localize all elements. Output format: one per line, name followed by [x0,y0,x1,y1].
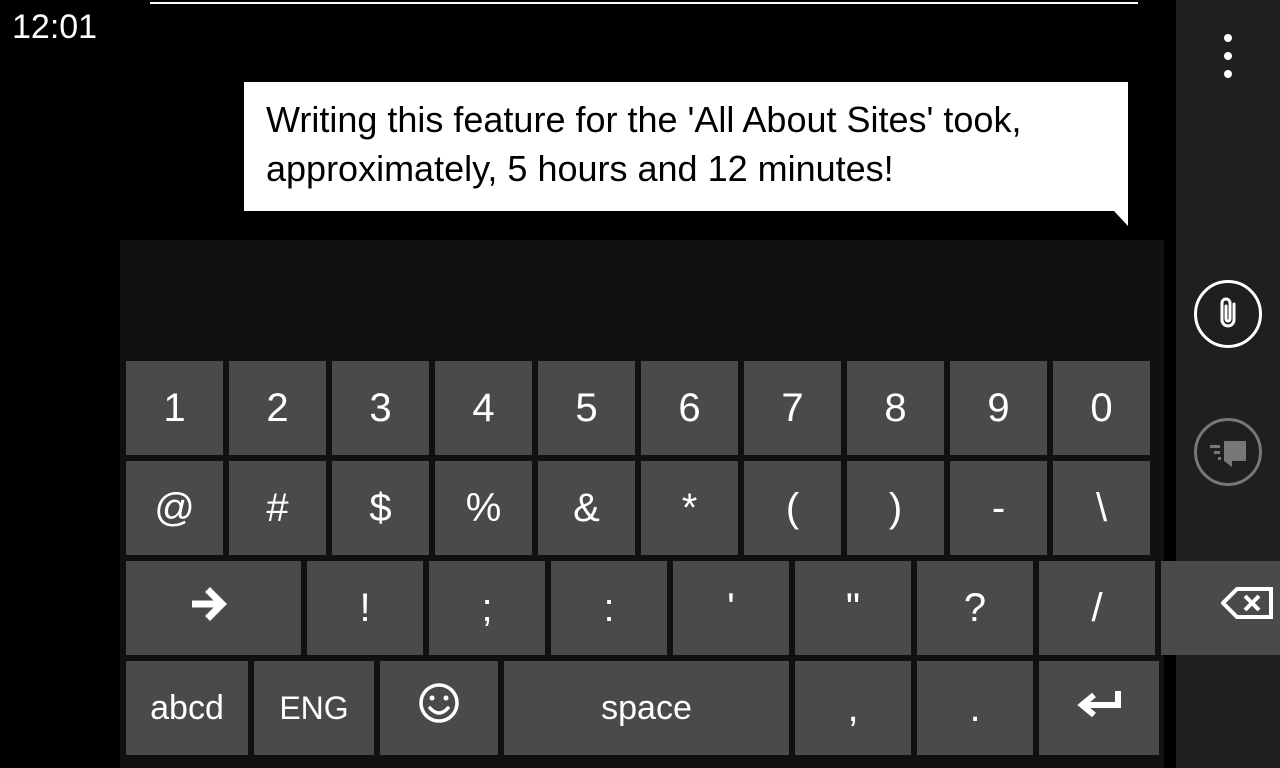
key-1[interactable]: 1 [126,361,223,455]
paperclip-icon [1213,296,1243,332]
key-9[interactable]: 9 [950,361,1047,455]
key-slash[interactable]: / [1039,561,1155,655]
key-backspace[interactable] [1161,561,1280,655]
message-bubble-tail [1100,196,1128,226]
key-0[interactable]: 0 [1053,361,1150,455]
send-button[interactable] [1194,418,1262,486]
smiley-icon [418,682,460,734]
key-dollar[interactable]: $ [332,461,429,555]
attach-button[interactable] [1194,280,1262,348]
key-enter[interactable] [1039,661,1159,755]
key-exclaim[interactable]: ! [307,561,423,655]
input-underline [150,2,1138,4]
more-menu-icon[interactable] [1224,34,1232,78]
key-percent[interactable]: % [435,461,532,555]
key-7[interactable]: 7 [744,361,841,455]
key-5[interactable]: 5 [538,361,635,455]
key-semicolon[interactable]: ; [429,561,545,655]
key-mode-switch[interactable]: abcd [126,661,248,755]
key-apostrophe[interactable]: ' [673,561,789,655]
key-colon[interactable]: : [551,561,667,655]
key-3[interactable]: 3 [332,361,429,455]
key-language[interactable]: ENG [254,661,374,755]
message-text: Writing this feature for the 'All About … [266,99,1021,189]
key-lparen[interactable]: ( [744,461,841,555]
key-period[interactable]: . [917,661,1033,755]
keyboard-row-4: abcd ENG space , . [120,658,1164,758]
enter-icon [1074,686,1124,731]
key-space[interactable]: space [504,661,789,755]
screen: 12:01 Writing this feature for the 'All … [0,0,1280,768]
key-2[interactable]: 2 [229,361,326,455]
keyboard-row-3: ! ; : ' " ? / [120,558,1164,658]
message-bubble: Writing this feature for the 'All About … [244,82,1128,211]
key-emoji[interactable] [380,661,498,755]
key-dash[interactable]: - [950,461,1047,555]
key-backslash[interactable]: \ [1053,461,1150,555]
arrow-right-icon [192,586,236,631]
key-question[interactable]: ? [917,561,1033,655]
key-4[interactable]: 4 [435,361,532,455]
key-rparen[interactable]: ) [847,461,944,555]
keyboard-row-2: @ # $ % & * ( ) - \ [120,458,1164,558]
keyboard: 1 2 3 4 5 6 7 8 9 0 @ # $ % & * ( ) - [120,240,1164,768]
keyboard-row-1: 1 2 3 4 5 6 7 8 9 0 [120,358,1164,458]
key-8[interactable]: 8 [847,361,944,455]
key-ampersand[interactable]: & [538,461,635,555]
key-comma[interactable]: , [795,661,911,755]
status-time: 12:01 [12,8,97,47]
key-asterisk[interactable]: * [641,461,738,555]
key-6[interactable]: 6 [641,361,738,455]
key-shift[interactable] [126,561,301,655]
send-message-icon [1208,437,1248,467]
key-hash[interactable]: # [229,461,326,555]
key-quote[interactable]: " [795,561,911,655]
key-at[interactable]: @ [126,461,223,555]
backspace-icon [1221,585,1277,631]
